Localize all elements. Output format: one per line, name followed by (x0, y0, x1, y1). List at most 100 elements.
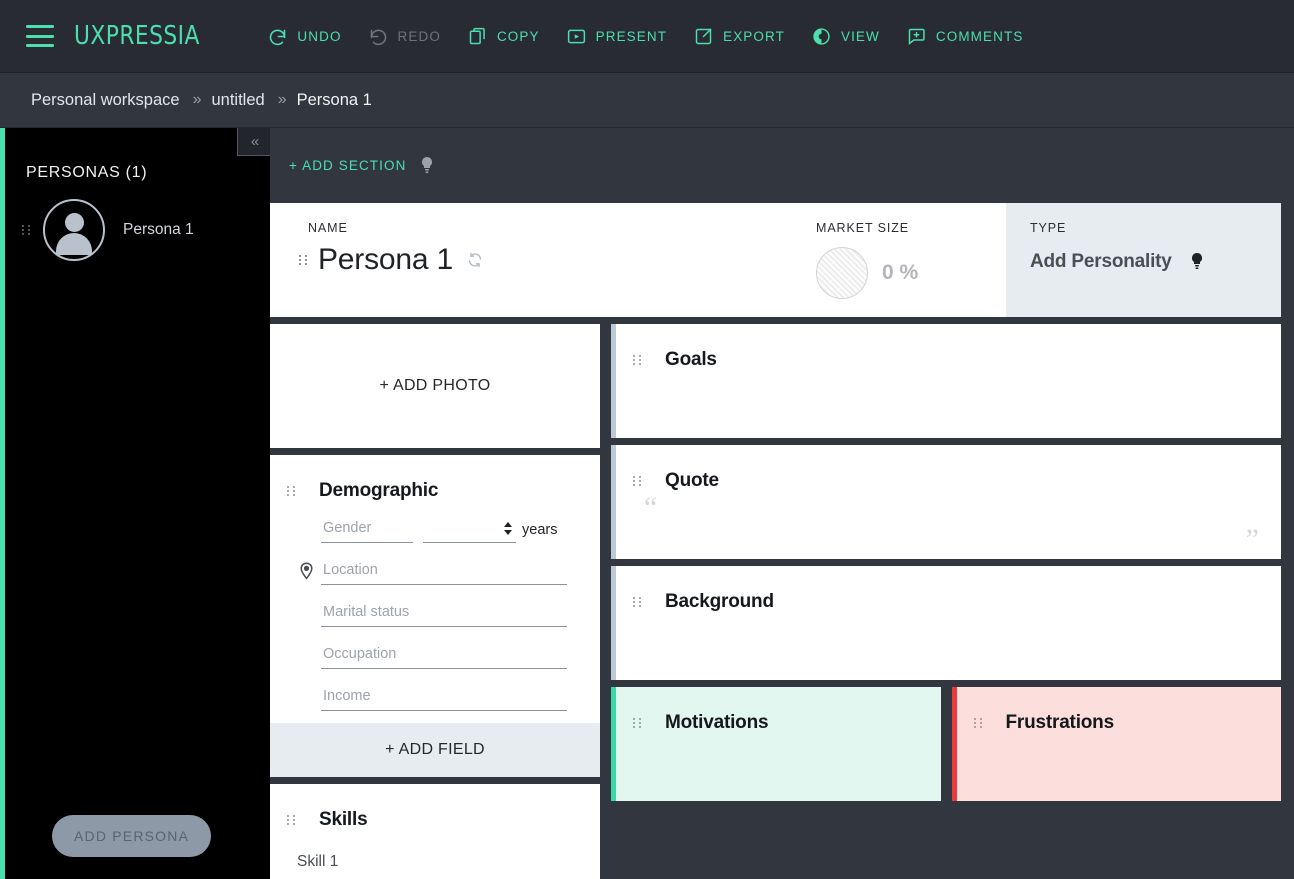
undo-button[interactable]: UNDO (267, 26, 341, 47)
drag-handle-icon[interactable] (287, 486, 296, 496)
export-label: EXPORT (723, 28, 785, 44)
breadcrumb-item-workspace[interactable]: Personal workspace (31, 91, 180, 110)
quote-title-row: Quote (616, 445, 1281, 492)
persona-avatar-icon[interactable] (43, 199, 105, 261)
lightbulb-hint-icon[interactable] (420, 156, 434, 175)
add-photo-label: + ADD PHOTO (379, 377, 491, 394)
personas-list-title: PERSONAS (1) (26, 164, 148, 181)
goals-card[interactable]: Goals (611, 324, 1281, 438)
add-field-button[interactable]: + ADD FIELD (270, 723, 600, 777)
right-column: Goals Quote “ ” Background Motivations F… (611, 324, 1281, 879)
demographic-title-row: Demographic (270, 455, 600, 502)
drag-handle-icon[interactable] (633, 476, 642, 486)
motivations-title: Motivations (665, 712, 769, 733)
present-button[interactable]: PRESENT (566, 26, 667, 47)
quote-open-mark: “ (644, 491, 658, 524)
quote-card[interactable]: Quote “ ” (611, 445, 1281, 559)
drag-handle-icon[interactable] (973, 718, 983, 728)
comments-icon (906, 26, 927, 47)
market-size-value: 0 % (882, 261, 919, 284)
view-button[interactable]: VIEW (811, 26, 880, 47)
type-label: TYPE (1030, 221, 1067, 235)
persona-name-value[interactable]: Persona 1 (318, 243, 453, 277)
add-personality-button[interactable]: Add Personality (1030, 251, 1172, 273)
quote-close-mark: ” (1245, 523, 1259, 556)
skills-title-row: Skills (270, 784, 600, 831)
market-size-label: MARKET SIZE (816, 221, 910, 235)
frustrations-title: Frustrations (1005, 712, 1115, 733)
occupation-input[interactable] (321, 646, 567, 669)
skill-item[interactable]: Skill 1 (270, 831, 600, 871)
skills-card: Skills Skill 1 (270, 784, 600, 879)
breadcrumb: Personal workspace » untitled » Persona … (0, 73, 1294, 128)
sidebar-accent-bar (0, 128, 5, 879)
add-persona-button[interactable]: ADD PERSONA (52, 815, 212, 857)
app-logo[interactable]: UXPRESSIA (74, 21, 200, 51)
top-toolbar: UXPRESSIA UNDO REDO COPY PRESENT EXPORT … (0, 0, 1294, 73)
age-unit-label: years (522, 522, 558, 538)
view-label: VIEW (840, 28, 880, 44)
demographic-fields: years (270, 502, 600, 723)
redo-icon (368, 26, 389, 47)
drag-handle-icon[interactable] (287, 815, 296, 825)
redo-button[interactable]: REDO (368, 26, 441, 47)
marital-status-input[interactable] (321, 604, 567, 627)
copy-button[interactable]: COPY (467, 26, 540, 47)
goals-title: Goals (665, 349, 717, 370)
present-label: PRESENT (595, 28, 668, 44)
background-card[interactable]: Background (611, 566, 1281, 680)
collapse-sidebar-button[interactable]: « (237, 128, 270, 156)
persona-name-panel: NAME Persona 1 (270, 203, 806, 317)
background-title-row: Background (616, 566, 1281, 613)
income-input[interactable] (321, 688, 567, 711)
market-size-panel: MARKET SIZE 0 % (806, 203, 1006, 317)
motivations-title-row: Motivations (616, 687, 941, 734)
drag-handle-icon[interactable] (299, 255, 308, 265)
body-row: « PERSONAS (1) Persona 1 ADD PERSONA + A… (0, 128, 1294, 879)
breadcrumb-item-persona[interactable]: Persona 1 (297, 91, 372, 110)
comments-label: COMMENTS (935, 28, 1024, 44)
comments-button[interactable]: COMMENTS (906, 26, 1024, 47)
location-row (300, 562, 567, 585)
skills-title: Skills (319, 809, 368, 830)
age-stepper[interactable] (504, 522, 512, 535)
drag-handle-icon[interactable] (633, 597, 642, 607)
income-row (321, 688, 567, 711)
quote-title: Quote (665, 470, 719, 491)
breadcrumb-separator: » (192, 91, 202, 108)
persona-canvas: + ADD SECTION NAME Persona 1 MARKET SIZE… (270, 128, 1294, 879)
demographic-card: Demographic years (270, 455, 600, 777)
app-root: UXPRESSIA UNDO REDO COPY PRESENT EXPORT … (0, 0, 1294, 879)
add-section-bar: + ADD SECTION (270, 128, 1294, 203)
copy-label: COPY (496, 28, 540, 44)
add-photo-card[interactable]: + ADD PHOTO (270, 324, 600, 448)
hamburger-icon[interactable] (26, 25, 54, 47)
export-button[interactable]: EXPORT (693, 26, 785, 47)
persona-header-card: NAME Persona 1 MARKET SIZE 0 % TYPE Add … (270, 203, 1281, 317)
view-icon (811, 26, 832, 47)
add-section-button[interactable]: + ADD SECTION (289, 158, 406, 173)
sidebar-persona-item[interactable]: Persona 1 (0, 199, 270, 261)
export-icon (693, 26, 714, 47)
age-input[interactable] (423, 520, 516, 543)
persona-type-panel: TYPE Add Personality (1006, 203, 1281, 317)
frustrations-title-row: Frustrations (957, 687, 1282, 734)
drag-handle-icon[interactable] (633, 718, 642, 728)
present-icon (566, 26, 587, 47)
undo-label: UNDO (297, 28, 342, 44)
name-field-label: NAME (308, 221, 348, 235)
gender-input[interactable] (321, 520, 413, 543)
sections-grid: + ADD PHOTO Demographic Gender years Loc… (270, 324, 1288, 879)
frustrations-card[interactable]: Frustrations (951, 687, 1282, 801)
motivations-card[interactable]: Motivations (611, 687, 941, 801)
breadcrumb-item-project[interactable]: untitled (211, 91, 264, 110)
drag-handle-icon[interactable] (22, 225, 31, 235)
occupation-row (321, 646, 567, 669)
refresh-name-icon[interactable] (467, 252, 483, 268)
goals-title-row: Goals (616, 324, 1281, 371)
drag-handle-icon[interactable] (633, 355, 642, 365)
copy-icon (467, 26, 488, 47)
market-size-dial[interactable] (816, 247, 868, 299)
location-input[interactable] (321, 562, 567, 585)
lightbulb-hint-icon[interactable] (1190, 253, 1204, 271)
